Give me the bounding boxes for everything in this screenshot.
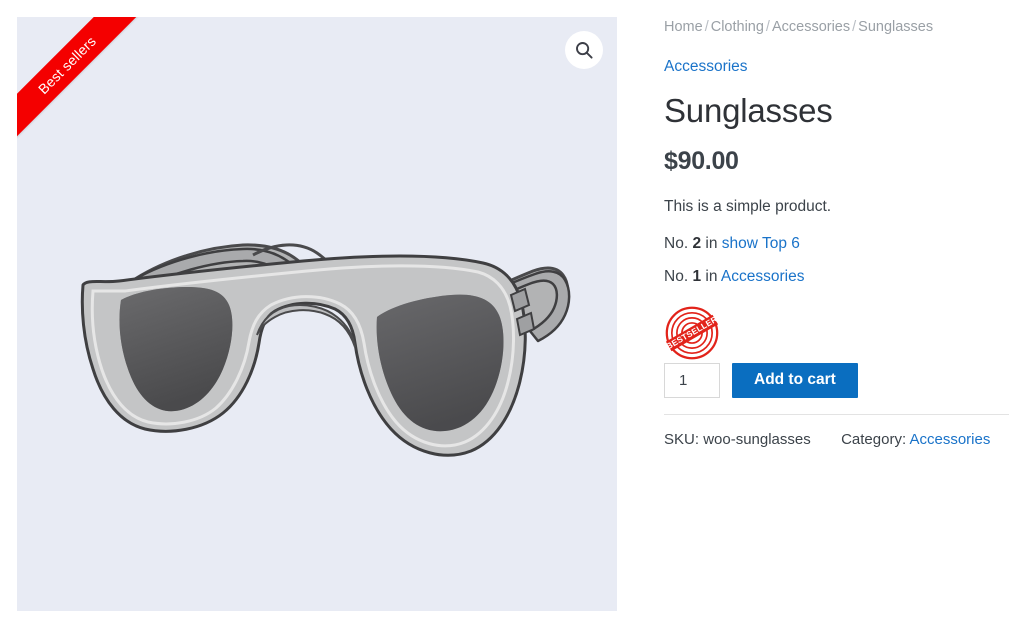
rank-number: 2 <box>692 234 702 252</box>
bestseller-stamp-icon: BESTSELLER <box>664 306 719 359</box>
product-image[interactable] <box>17 17 617 611</box>
ranking-row-accessories: No. 1 in Accessories <box>664 267 1009 287</box>
short-description: This is a simple product. <box>664 198 832 215</box>
page-title: Sunglasses <box>664 92 833 129</box>
rank-number: 1 <box>692 267 702 285</box>
sku-label: SKU: <box>664 430 700 448</box>
category-value-link[interactable]: Accessories <box>909 431 990 448</box>
product-page: Best sellers Home / Clothing / Accessories / S… <box>0 0 1009 631</box>
rank-middle: in <box>705 267 718 285</box>
rank-prefix: No. <box>664 234 689 252</box>
ranking-row-top6: No. 2 in show Top 6 <box>664 234 1009 254</box>
category-label: Category: <box>841 430 907 448</box>
rank-prefix: No. <box>664 267 689 285</box>
quantity-input[interactable] <box>664 362 720 398</box>
breadcrumb-separator: / <box>852 19 857 35</box>
magnifier-icon[interactable] <box>565 31 603 69</box>
breadcrumb: Home / Clothing / Accessories / Sunglasses <box>664 17 1009 37</box>
sku-value: woo-sunglasses <box>703 430 811 448</box>
rank-link-accessories[interactable]: Accessories <box>721 268 805 285</box>
breadcrumb-item-accessories[interactable]: Accessories <box>772 19 850 35</box>
product-gallery: Best sellers <box>17 17 617 611</box>
rank-middle: in <box>705 234 718 252</box>
category-link[interactable]: Accessories <box>664 57 748 77</box>
product-price: $90.00 <box>664 147 739 175</box>
rank-link-top6[interactable]: show Top 6 <box>722 235 800 252</box>
add-to-cart-form: Add to cart <box>664 362 1009 398</box>
magnifier-glyph <box>576 42 593 59</box>
breadcrumb-separator: / <box>704 19 709 35</box>
breadcrumb-item-home[interactable]: Home <box>664 19 703 35</box>
section-divider <box>664 413 1009 415</box>
breadcrumb-item-current: Sunglasses <box>858 19 934 35</box>
breadcrumb-item-clothing[interactable]: Clothing <box>711 19 764 35</box>
product-summary: Home / Clothing / Accessories / Sunglasses Acc… <box>664 17 1009 450</box>
add-to-cart-button[interactable]: Add to cart <box>732 362 858 398</box>
breadcrumb-separator: / <box>765 19 770 35</box>
product-meta: SKU: woo-sunglasses Category: Accessorie… <box>664 430 1009 450</box>
badge-area: BESTSELLER <box>664 305 1009 361</box>
